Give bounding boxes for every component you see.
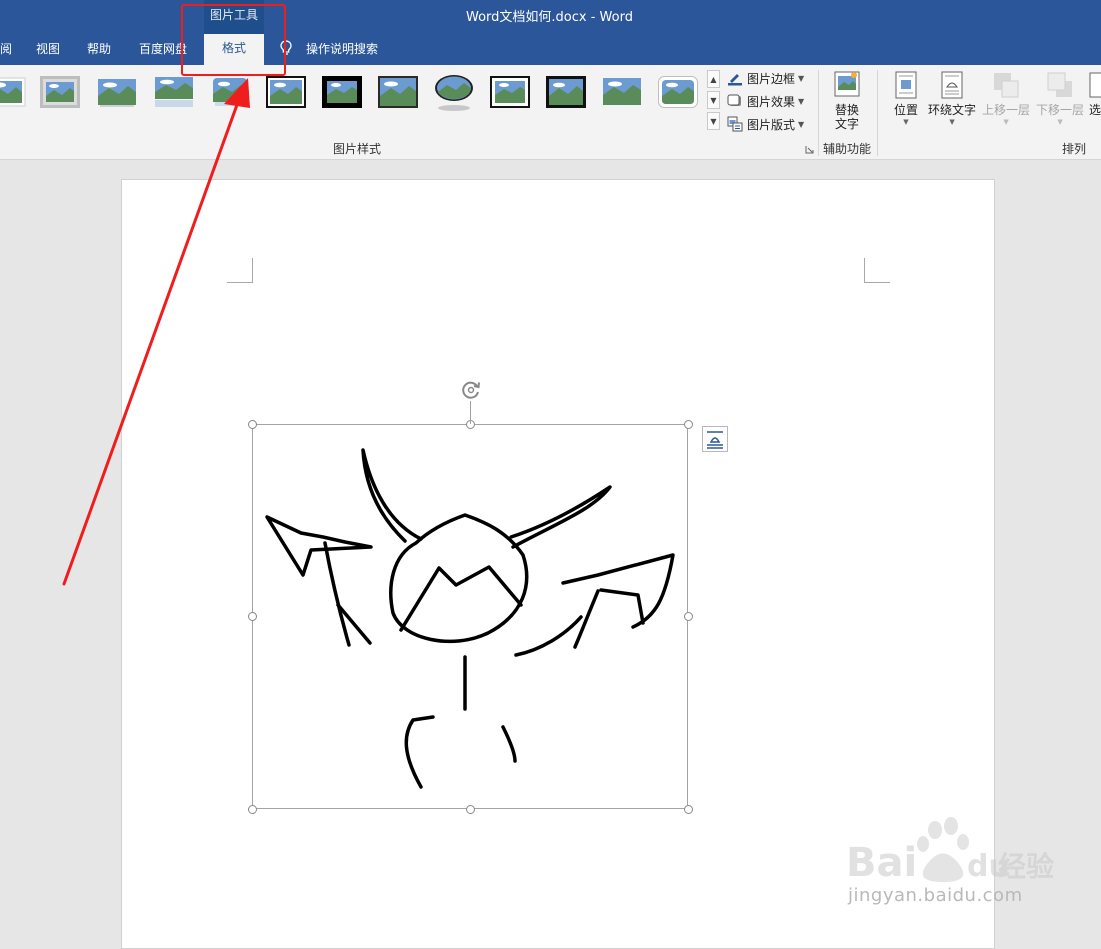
chevron-down-icon: ▼ — [1003, 118, 1009, 126]
picture-styles-group-label: 图片样式 — [333, 142, 382, 156]
picture-effects-button[interactable]: 图片效果 ▼ — [727, 91, 804, 111]
chevron-down-icon: ▼ — [798, 96, 805, 106]
picture-layout-icon — [727, 116, 743, 132]
watermark-url: jingyan.baidu.com — [848, 885, 1023, 906]
picture-layout-label: 图片版式 — [747, 117, 796, 132]
send-backward-icon — [1047, 72, 1072, 97]
picture-style-10[interactable] — [490, 76, 530, 108]
picture-style-1[interactable] — [0, 76, 26, 108]
layout-options-icon — [707, 431, 723, 449]
resize-handle-bottom[interactable] — [466, 805, 475, 814]
chevron-down-icon: ▼ — [949, 118, 955, 126]
chevron-down-icon: ▼ — [798, 73, 805, 83]
tab-view[interactable]: 视图 — [36, 40, 60, 57]
picture-style-5[interactable] — [210, 76, 250, 108]
picture-layout-button[interactable]: 图片版式 ▼ — [727, 114, 804, 134]
margin-corner-top-left — [227, 258, 253, 283]
resize-handle-bottom-right[interactable] — [684, 805, 693, 814]
resize-handle-top-left[interactable] — [248, 420, 257, 429]
highlight-annotation-box — [181, 4, 286, 76]
alt-text-line1: 替换 — [834, 103, 859, 117]
picture-style-8[interactable] — [378, 76, 418, 108]
picture-style-11[interactable] — [546, 76, 586, 108]
picture-border-button[interactable]: 图片边框 ▼ — [727, 68, 804, 88]
watermark-brand: Bai — [846, 840, 917, 886]
gallery-scroll-up[interactable]: ▲ — [707, 70, 720, 88]
picture-style-4[interactable] — [154, 76, 194, 108]
group-separator — [818, 70, 819, 156]
tab-baidu-netdisk[interactable]: 百度网盘 — [139, 40, 187, 57]
gallery-scroll-down[interactable]: ▼ — [707, 91, 720, 109]
picture-style-13[interactable] — [658, 76, 698, 108]
resize-handle-right[interactable] — [684, 612, 693, 621]
layout-options-button[interactable] — [702, 426, 728, 452]
picture-style-7[interactable] — [322, 76, 362, 108]
rotate-stem — [470, 401, 471, 424]
margin-corner-top-right — [864, 258, 890, 283]
doodle-drawing — [265, 448, 675, 789]
document-title: Word文档如何.docx - Word — [466, 10, 633, 25]
tab-help[interactable]: 帮助 — [87, 40, 111, 57]
picture-effects-label: 图片效果 — [747, 94, 796, 109]
chevron-down-icon: ▼ — [798, 119, 805, 129]
selection-pane-button[interactable]: 选 — [1088, 70, 1101, 117]
selection-pane-label: 选 — [1088, 103, 1101, 117]
send-backward-button[interactable]: 下移一层 ▼ — [1036, 70, 1084, 127]
bring-forward-button[interactable]: 上移一层 ▼ — [982, 70, 1030, 127]
picture-style-6[interactable] — [266, 76, 306, 108]
bring-forward-icon — [994, 73, 1019, 98]
picture-border-label: 图片边框 — [747, 71, 796, 86]
picture-style-gallery — [0, 70, 706, 130]
selection-pane-icon — [1089, 72, 1101, 98]
accessibility-group-label: 辅助功能 — [823, 142, 872, 156]
alt-text-line2: 文字 — [834, 117, 859, 131]
resize-handle-top-right[interactable] — [684, 420, 693, 429]
rotate-icon[interactable] — [460, 379, 482, 401]
alt-text-icon — [834, 71, 860, 97]
tell-me-search[interactable]: 操作说明搜索 — [306, 40, 378, 57]
wrap-text-icon — [941, 71, 963, 99]
gallery-scroll: ▲ ▼ ▼ — [707, 70, 721, 130]
picture-border-icon — [728, 74, 742, 86]
picture-style-9[interactable] — [434, 74, 474, 112]
picture-style-2[interactable] — [40, 76, 80, 108]
send-backward-label: 下移一层 — [1036, 103, 1085, 117]
dialog-launcher-icon[interactable] — [805, 145, 814, 154]
picture-effects-icon — [727, 94, 741, 106]
picture-style-12[interactable] — [602, 76, 642, 108]
watermark-brand-cn: 经验 — [998, 850, 1054, 883]
bring-forward-label: 上移一层 — [982, 103, 1031, 117]
wrap-text-button[interactable]: 环绕文字 ▼ — [928, 70, 976, 127]
position-icon — [895, 71, 917, 99]
position-button[interactable]: 位置 ▼ — [892, 70, 920, 127]
arrange-group-label: 排列 — [1062, 142, 1087, 156]
gallery-more[interactable]: ▼ — [707, 112, 720, 130]
picture-style-3[interactable] — [97, 76, 137, 108]
alt-text-button[interactable]: 替换 文字 — [832, 70, 862, 131]
group-separator — [877, 70, 878, 156]
chevron-down-icon: ▼ — [1057, 118, 1063, 126]
chevron-down-icon: ▼ — [903, 118, 909, 126]
position-label: 位置 — [893, 103, 918, 117]
resize-handle-bottom-left[interactable] — [248, 805, 257, 814]
resize-handle-left[interactable] — [248, 612, 257, 621]
wrap-text-label: 环绕文字 — [928, 103, 977, 117]
title-bar: 图片工具 Word文档如何.docx - Word 阅 视图 帮助 百度网盘 格… — [0, 0, 1101, 65]
selected-picture[interactable] — [252, 424, 688, 809]
tab-review[interactable]: 阅 — [0, 40, 12, 57]
